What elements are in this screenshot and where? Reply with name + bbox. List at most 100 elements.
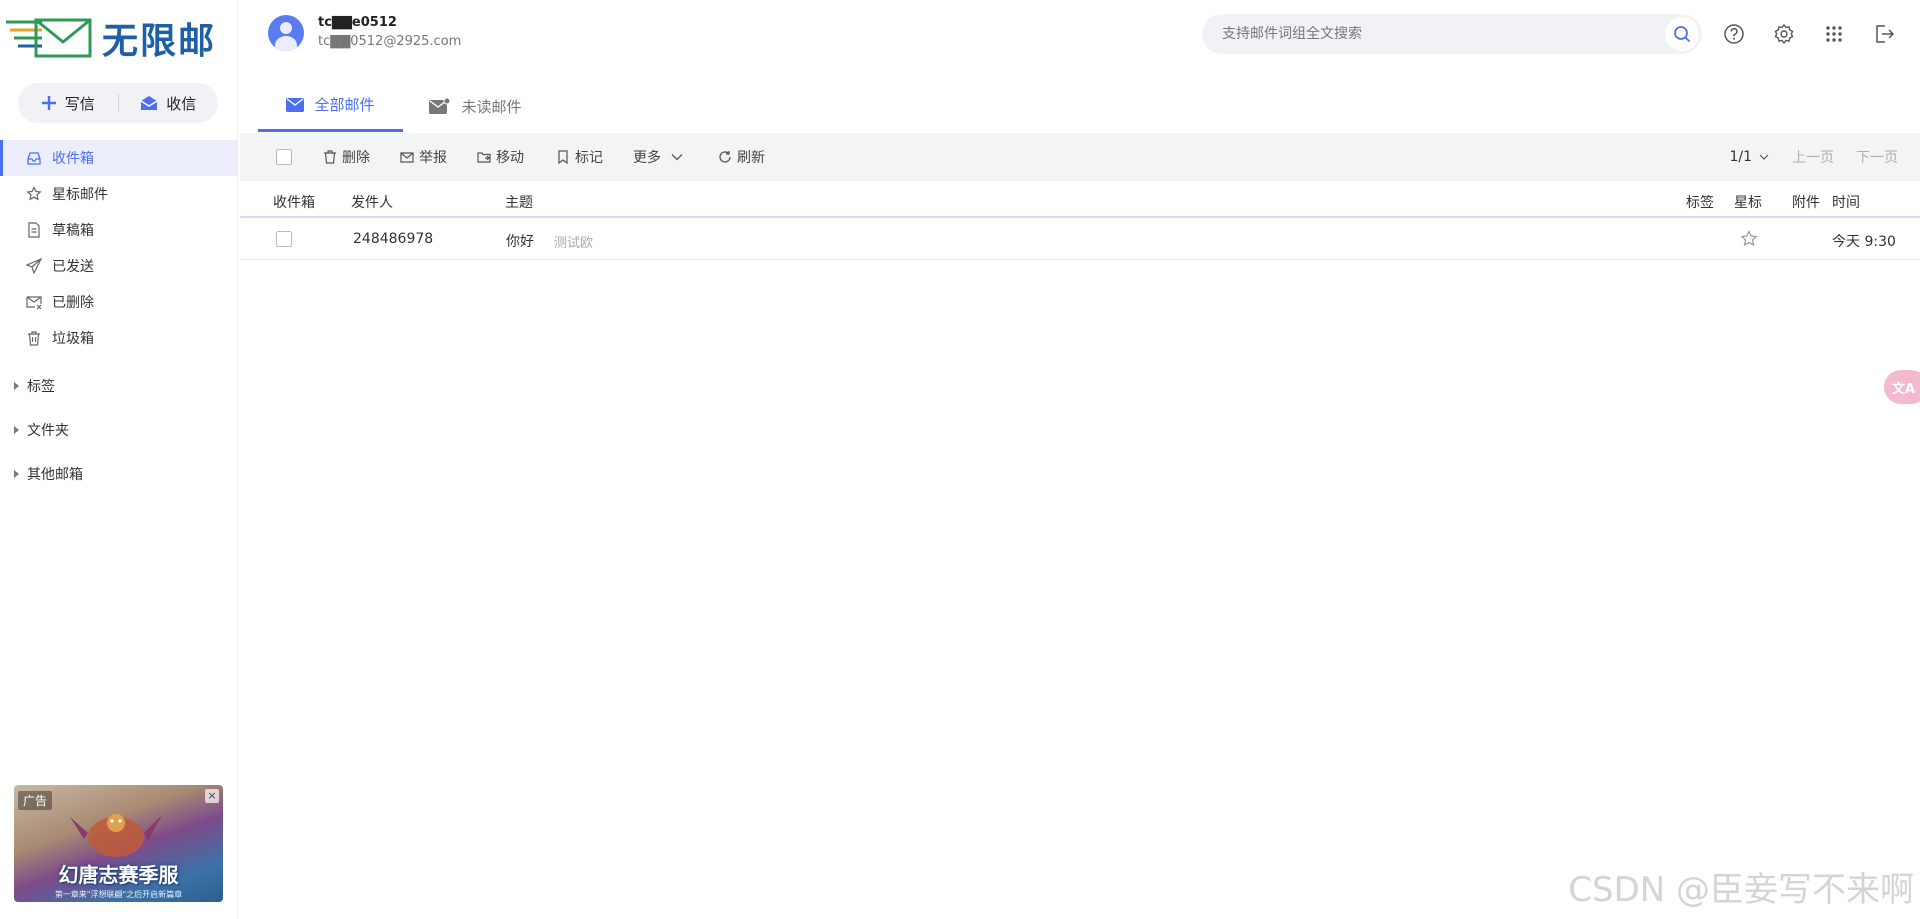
logo[interactable]: 无限邮	[6, 12, 216, 64]
avatar-head	[280, 22, 292, 34]
header: tc▇▇e0512 tc▇▇0512@2925.com	[238, 0, 1920, 70]
page-number: 1/1	[1729, 149, 1752, 165]
folder-label: 垃圾箱	[52, 331, 94, 347]
star-icon	[26, 186, 42, 201]
ad-banner[interactable]: 广告 × 幻唐志赛季服 第一章来"浮想联翩"之后开启新篇章	[14, 785, 223, 902]
folder-trash[interactable]: 垃圾箱	[0, 320, 238, 356]
report-mail-icon	[400, 152, 414, 163]
ad-close-button[interactable]: ×	[205, 789, 219, 803]
mail-toolbar: 删除 举报 移动 标记 更多 刷新 1/1 上一页 下一页	[240, 133, 1920, 181]
group-label: 标签	[27, 379, 55, 395]
folder-starred[interactable]: 星标邮件	[0, 176, 238, 212]
logout-button[interactable]	[1872, 22, 1896, 46]
col-star[interactable]: 星标	[1734, 192, 1762, 212]
chevron-down-icon	[1759, 154, 1769, 160]
translate-button[interactable]: 文A	[1884, 370, 1920, 404]
folder-label: 草稿箱	[52, 223, 94, 239]
tab-label: 未读邮件	[461, 97, 522, 116]
col-attachment[interactable]: 附件	[1792, 192, 1820, 212]
folder-label: 收件箱	[52, 151, 94, 167]
bookmark-icon	[558, 150, 568, 164]
ad-dragon-illustration	[70, 814, 162, 857]
refresh-icon	[719, 151, 731, 163]
folder-deleted[interactable]: 已删除	[0, 284, 238, 320]
receive-mail-icon	[140, 96, 158, 110]
folder-label: 星标邮件	[52, 187, 108, 203]
unread-mail-icon	[429, 98, 451, 114]
group-label: 其他邮箱	[27, 467, 83, 483]
receive-button[interactable]: 收信	[119, 83, 219, 123]
col-subject[interactable]: 主题	[505, 192, 533, 212]
user-info[interactable]: tc▇▇e0512 tc▇▇0512@2925.com	[268, 14, 461, 52]
apps-button[interactable]	[1822, 22, 1846, 46]
send-icon	[26, 258, 42, 274]
mail-table-header: 收件箱 发件人 主题 标签 星标 附件 时间	[240, 184, 1920, 218]
refresh-label: 刷新	[737, 150, 765, 166]
mail-logo-icon	[6, 18, 92, 58]
sidebar: 无限邮 写信 收信 收件箱 星标邮件 草稿箱 已发送 已删除 垃圾箱 标签 文件…	[0, 0, 238, 919]
delete-label: 删除	[342, 150, 370, 166]
gear-icon	[1774, 23, 1794, 45]
table-row[interactable]: 248486978 你好 测试欧 今天 9:30	[240, 220, 1920, 260]
help-icon	[1724, 24, 1744, 44]
watermark: CSDN @臣妾写不来啊	[1568, 870, 1914, 910]
search-icon	[1674, 26, 1691, 43]
delete-button[interactable]: 删除	[323, 147, 370, 167]
user-text: tc▇▇e0512 tc▇▇0512@2925.com	[318, 14, 461, 52]
col-time[interactable]: 时间	[1832, 192, 1860, 212]
inbox-icon	[27, 152, 41, 165]
move-button[interactable]: 移动	[477, 147, 524, 167]
row-subject: 你好	[506, 234, 534, 250]
logout-icon	[1876, 25, 1895, 43]
col-sender[interactable]: 发件人	[351, 192, 393, 212]
star-toggle-icon[interactable]	[1740, 230, 1758, 248]
mark-label: 标记	[575, 150, 603, 166]
refresh-button[interactable]: 刷新	[718, 147, 765, 167]
group-folders[interactable]: 文件夹	[0, 408, 238, 452]
expand-triangle-icon	[14, 470, 19, 478]
more-button[interactable]: 更多	[633, 147, 684, 167]
select-all-checkbox[interactable]	[276, 149, 292, 165]
mark-button[interactable]: 标记	[556, 147, 603, 167]
folder-label: 已发送	[52, 259, 94, 275]
search-input[interactable]	[1202, 26, 1665, 42]
receive-label: 收信	[166, 94, 197, 113]
folder-sent[interactable]: 已发送	[0, 248, 238, 284]
prev-page-button[interactable]: 上一页	[1792, 147, 1834, 167]
more-label: 更多	[633, 150, 661, 166]
group-other-mailboxes[interactable]: 其他邮箱	[0, 452, 238, 496]
deleted-mail-icon	[26, 296, 42, 310]
col-folder[interactable]: 收件箱	[273, 192, 315, 212]
help-button[interactable]	[1722, 22, 1746, 46]
next-page-button[interactable]: 下一页	[1856, 147, 1898, 167]
ad-title: 幻唐志赛季服	[58, 863, 179, 887]
row-sender: 248486978	[353, 231, 434, 247]
trash-icon	[28, 331, 40, 346]
tab-unread-mail[interactable]: 未读邮件	[403, 80, 548, 132]
folder-list: 收件箱 星标邮件 草稿箱 已发送 已删除 垃圾箱 标签 文件夹 其他邮箱	[0, 140, 238, 496]
folder-drafts[interactable]: 草稿箱	[0, 212, 238, 248]
move-label: 移动	[496, 150, 524, 166]
chevron-down-icon	[671, 154, 683, 161]
avatar[interactable]	[268, 15, 304, 51]
write-button[interactable]: 写信	[18, 83, 118, 123]
tab-all-mail[interactable]: 全部邮件	[258, 80, 403, 132]
mail-icon	[286, 97, 305, 112]
folder-inbox[interactable]: 收件箱	[0, 140, 238, 176]
row-checkbox[interactable]	[276, 231, 292, 247]
trash-icon	[324, 150, 336, 164]
report-button[interactable]: 举报	[400, 147, 447, 167]
apps-grid-icon	[1826, 26, 1842, 42]
plus-icon	[41, 96, 56, 110]
group-tags[interactable]: 标签	[0, 364, 238, 408]
move-folder-icon	[477, 152, 491, 163]
user-email: tc▇▇0512@2925.com	[318, 34, 462, 49]
expand-triangle-icon	[14, 382, 19, 390]
ad-tag: 广告	[18, 791, 53, 810]
settings-button[interactable]	[1772, 22, 1796, 46]
col-tag[interactable]: 标签	[1686, 192, 1714, 212]
row-time: 今天 9:30	[1832, 234, 1896, 250]
avatar-body	[275, 36, 297, 51]
page-selector[interactable]: 1/1	[1729, 149, 1770, 165]
search-button[interactable]	[1665, 17, 1699, 51]
